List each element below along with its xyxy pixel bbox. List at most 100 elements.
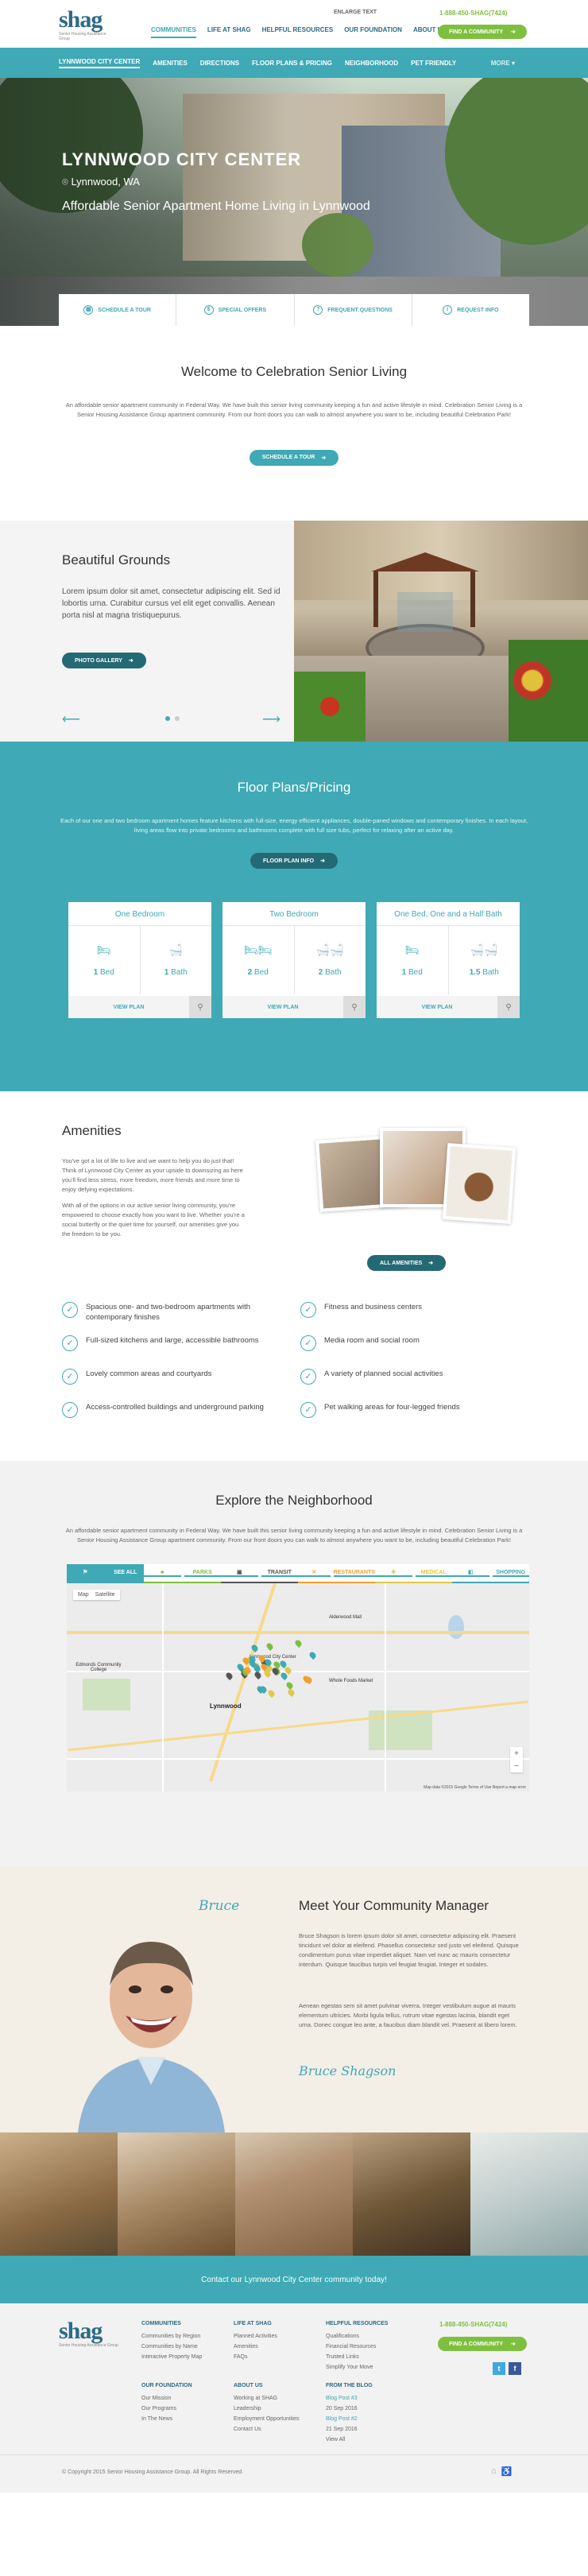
slider-dot[interactable] (165, 716, 170, 721)
blog-post-link[interactable]: Blog Post #2 (326, 2414, 373, 2424)
footer-link[interactable]: Leadership (234, 2404, 299, 2414)
special-offers-link[interactable]: $ SPECIAL OFFERS (176, 294, 295, 326)
gallery-photo[interactable] (118, 2132, 235, 2256)
zoom-out-icon[interactable]: − (514, 1762, 519, 1771)
nav-communities[interactable]: COMMUNITIES (151, 26, 196, 38)
zoom-icon[interactable]: ⚲ (189, 996, 211, 1018)
footer-link[interactable]: Planned Activities (234, 2331, 277, 2342)
all-amenities-button[interactable]: ALL AMENITIES ➜ (367, 1255, 447, 1271)
footer-logo[interactable]: shag Senior Housing Assistance Group (59, 2318, 118, 2349)
tab-transit[interactable]: ▣ TRANSIT (221, 1564, 298, 1583)
tab-medical[interactable]: ✚ MEDICAL (375, 1564, 452, 1583)
facebook-icon[interactable]: f (509, 2362, 521, 2375)
slider-dot[interactable] (175, 716, 180, 721)
footer-link[interactable]: Simplify Your Move (326, 2362, 388, 2373)
map-type-map[interactable]: Map (78, 1592, 89, 1598)
view-all-link[interactable]: View All (326, 2435, 373, 2445)
gallery-photo[interactable] (0, 2132, 118, 2256)
schedule-tour-link[interactable]: ▦ SCHEDULE A TOUR (59, 294, 177, 326)
map-type-satellite[interactable]: Satellite (95, 1592, 115, 1598)
schedule-tour-button[interactable]: SCHEDULE A TOUR ➜ (249, 449, 339, 466)
map-highway (68, 1700, 528, 1752)
map-pin[interactable] (225, 1671, 234, 1681)
tab-shopping[interactable]: ◧ SHOPPING (452, 1564, 529, 1583)
nav-life-at-shag[interactable]: LIFE AT SHAG (207, 26, 251, 38)
zoom-in-icon[interactable]: + (514, 1749, 519, 1758)
footer-link[interactable]: Communities by Region (141, 2331, 202, 2342)
footer-link[interactable]: Working at SHAG (234, 2393, 299, 2404)
zoom-icon[interactable]: ⚲ (497, 996, 520, 1018)
floor-plan-card[interactable]: One Bed, One and a Half Bath 🛏 1 Bed 🛁🛁 1.… (377, 902, 520, 1018)
view-plan-link[interactable]: VIEW PLAN (222, 1005, 343, 1010)
footer-link[interactable]: Our Mission (141, 2393, 192, 2404)
nav-our-foundation[interactable]: OUR FOUNDATION (344, 26, 402, 38)
floor-plan-card[interactable]: One Bedroom 🛏 1 Bed 🛁 1 Bath VIEW PLAN ⚲ (68, 902, 211, 1018)
bed-label: Bed (408, 968, 423, 977)
subnav-floor-plans[interactable]: FLOOR PLANS & PRICING (252, 60, 332, 67)
footer-col-title: OUR FOUNDATION (141, 2383, 192, 2388)
subnav-neighborhood[interactable]: NEIGHBORHOOD (345, 60, 398, 67)
footer-link[interactable]: Our Programs (141, 2404, 192, 2414)
map-pin[interactable] (265, 1641, 275, 1652)
footer-link[interactable]: Financial Resources (326, 2342, 388, 2352)
slider-prev-arrow[interactable]: ⟵ (62, 711, 80, 727)
gallery-photo[interactable] (235, 2132, 353, 2256)
footer-link[interactable]: Trusted Links (326, 2352, 388, 2362)
gallery-photo[interactable] (470, 2132, 588, 2256)
plan-specs: 🛏🛏 2 Bed 🛁🛁 2 Bath (222, 926, 366, 994)
plan-specs: 🛏 1 Bed 🛁 1 Bath (68, 926, 211, 994)
map-zoom-control[interactable]: + − (510, 1747, 523, 1772)
logo-text: shag (59, 2318, 103, 2344)
tab-restaurants[interactable]: ✕ RESTAURANTS (298, 1564, 375, 1583)
footer-link[interactable]: Communities by Name (141, 2342, 202, 2352)
bed-label: Bed (100, 968, 114, 977)
frequent-questions-link[interactable]: ? FREQUENT QUESTIONS (295, 294, 412, 326)
footer-col-communities: COMMUNITIES Communities by Region Commun… (141, 2321, 202, 2362)
map-type-control[interactable]: Map Satellite (73, 1590, 120, 1600)
nav-helpful-resources[interactable]: HELPFUL RESOURCES (262, 26, 334, 38)
footer-link[interactable]: Qualifications (326, 2331, 388, 2342)
subnav-overview[interactable]: LYNNWOOD CITY CENTER (59, 58, 141, 68)
footer-link[interactable]: Contact Us (234, 2424, 299, 2435)
view-plan-link[interactable]: VIEW PLAN (377, 1005, 497, 1010)
amenities-title: Amenities (62, 1123, 122, 1138)
subnav-more[interactable]: MORE ▾ (491, 60, 515, 67)
floor-plan-info-button[interactable]: FLOOR PLAN INFO ➜ (250, 853, 338, 869)
footer-find-community-button[interactable]: FIND A COMMUNITY ➜ (438, 2337, 527, 2351)
enlarge-text-toggle[interactable]: ENLARGE TEXT (334, 10, 377, 15)
subnav-pet-friendly[interactable]: PET FRIENDLY (411, 60, 456, 67)
map-pin[interactable] (287, 1688, 296, 1698)
map-pin[interactable] (308, 1650, 318, 1660)
subnav-directions[interactable]: DIRECTIONS (200, 60, 239, 67)
subnav-amenities[interactable]: AMENITIES (153, 60, 188, 67)
map-pin[interactable] (293, 1638, 304, 1648)
find-community-button[interactable]: FIND A COMMUNITY ➜ (438, 25, 527, 39)
logo-subtitle: Senior Housing Assistance Group (59, 2343, 118, 2348)
map-pin[interactable] (266, 1688, 277, 1699)
map-pin[interactable] (285, 1681, 295, 1691)
blog-post-link[interactable]: Blog Post #3 (326, 2393, 373, 2404)
zoom-icon[interactable]: ⚲ (343, 996, 366, 1018)
map-label: Alderwood Mall (329, 1615, 362, 1620)
contact-cta-banner[interactable]: Contact our Lynnwood City Center communi… (0, 2256, 588, 2303)
footer-link[interactable]: Amenities (234, 2342, 277, 2352)
gallery-photo[interactable] (353, 2132, 470, 2256)
photo-gallery-button[interactable]: PHOTO GALLERY ➜ (62, 653, 146, 668)
footer-link[interactable]: Employment Opportunities (234, 2414, 299, 2424)
footer-phone[interactable]: 1-888-450-SHAG(7424) (439, 2321, 507, 2328)
floor-plan-card[interactable]: Two Bedroom 🛏🛏 2 Bed 🛁🛁 2 Bath VIEW PLAN ⚲ (222, 902, 366, 1018)
slider-next-arrow[interactable]: ⟶ (262, 711, 280, 727)
twitter-icon[interactable]: t (493, 2362, 505, 2375)
footer-link[interactable]: FAQs (234, 2352, 277, 2362)
footer-link[interactable]: In The News (141, 2414, 192, 2424)
site-logo[interactable]: shag Senior Housing Assistance Group (59, 8, 106, 42)
request-info-link[interactable]: i REQUEST INFO (412, 294, 529, 326)
view-plan-link[interactable]: VIEW PLAN (68, 1005, 189, 1010)
map-pin[interactable] (304, 1675, 313, 1685)
footer-link[interactable]: Interactive Property Map (141, 2352, 202, 2362)
tab-see-all[interactable]: ⚑ SEE ALL (67, 1564, 144, 1583)
neighborhood-map[interactable]: Map Satellite Lynnwood City Center Whole … (67, 1583, 529, 1792)
header-phone[interactable]: 1-888-450-SHAG(7424) (439, 10, 507, 17)
footer-badges: ⌂ ♿ (491, 2466, 512, 2477)
tab-parks[interactable]: ♣ PARKS (144, 1564, 221, 1583)
